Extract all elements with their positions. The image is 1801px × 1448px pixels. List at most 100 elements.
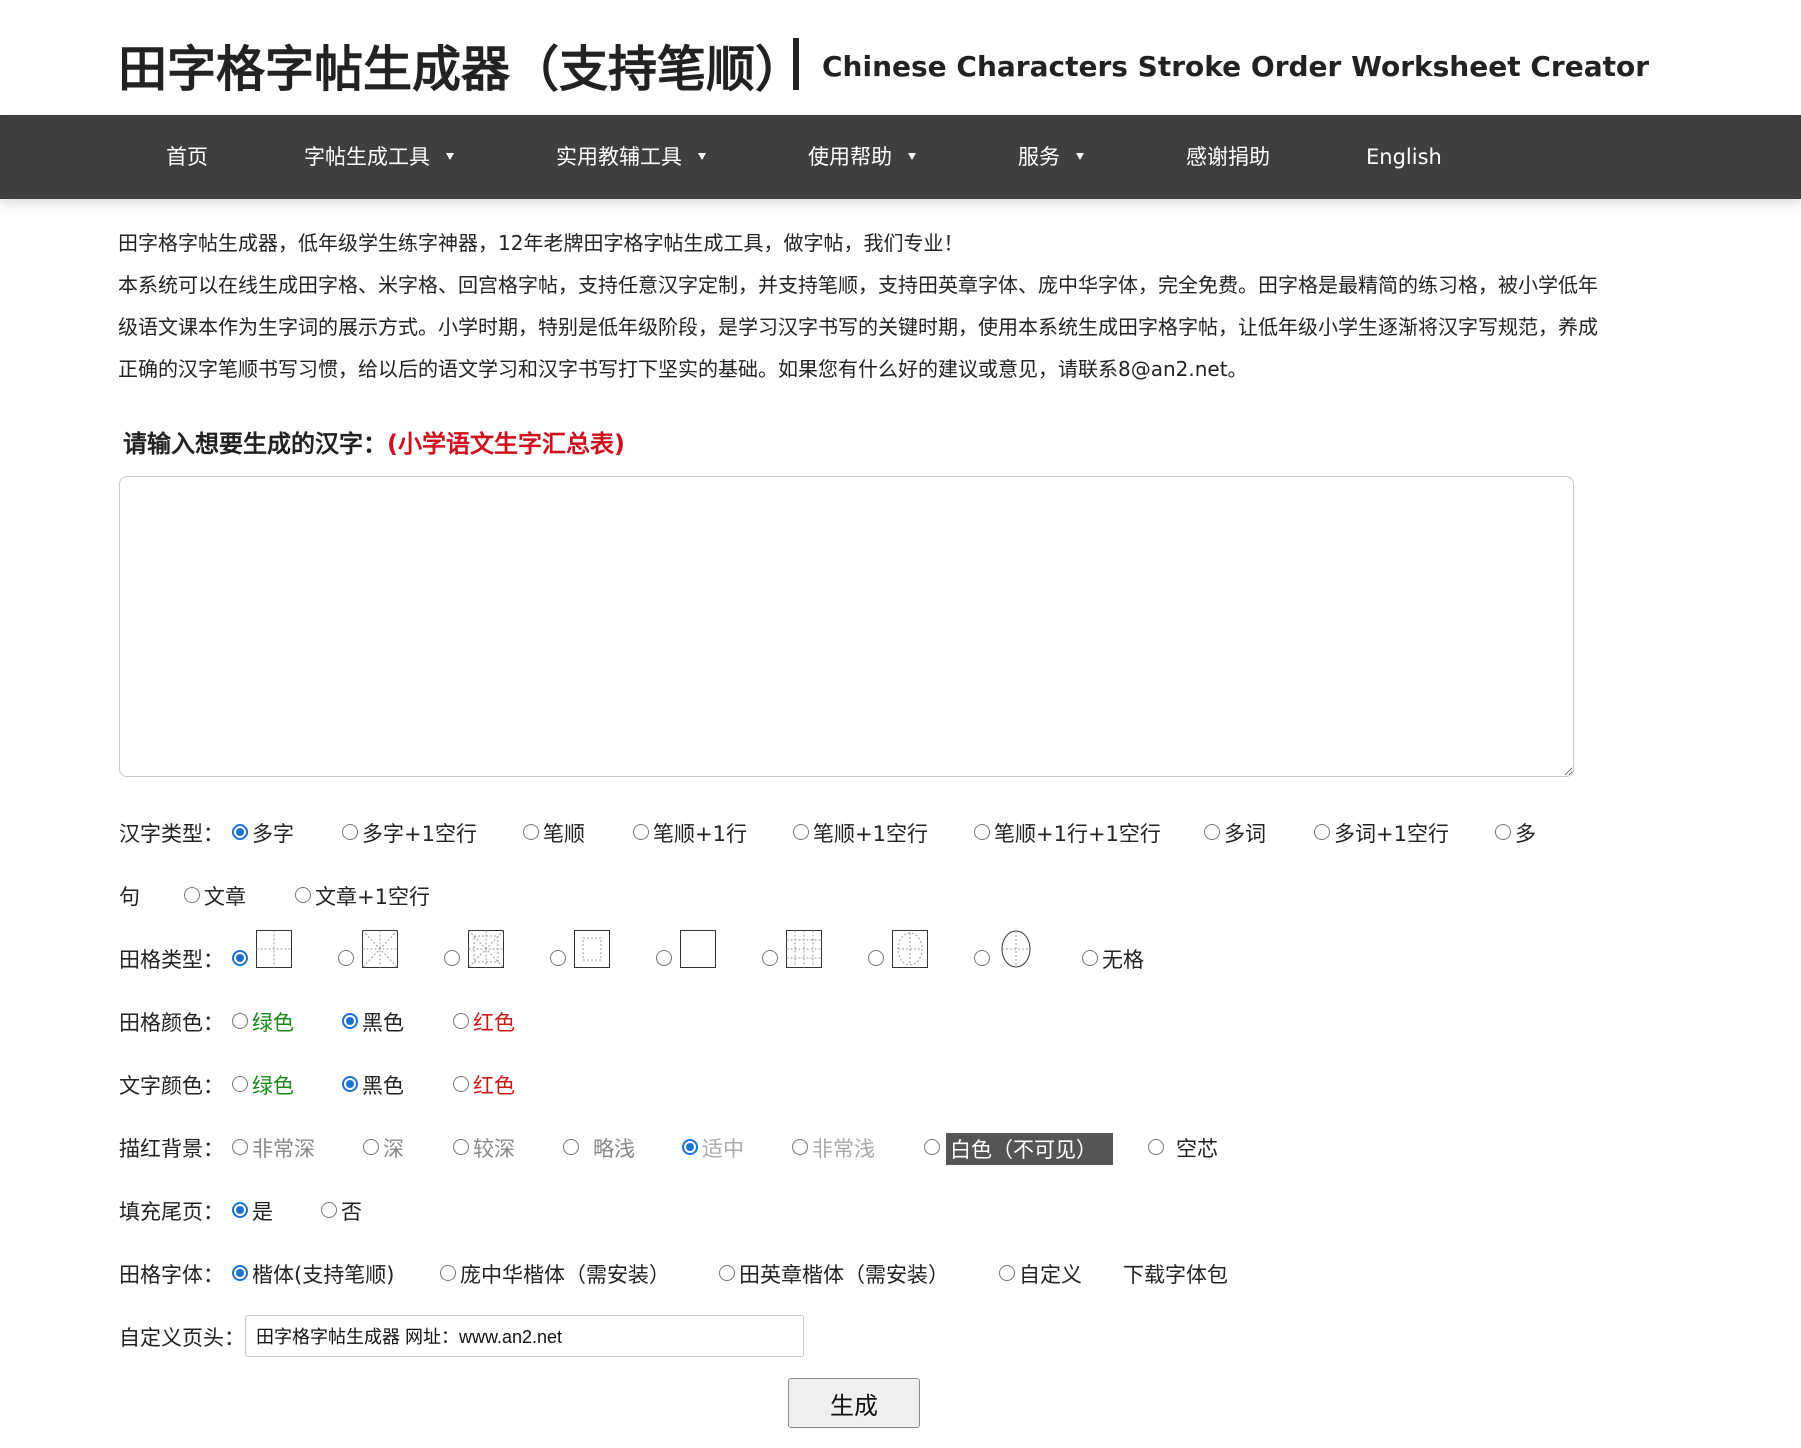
radio[interactable] — [338, 950, 354, 966]
nav-help[interactable]: 使用帮助 — [808, 115, 916, 199]
option-label: 无格 — [1102, 948, 1144, 972]
option-label: 多 — [1515, 822, 1536, 846]
input-prompt: 请输入想要生成的汉字：(小学语文生字汇总表) — [123, 424, 625, 459]
nav-teaching-tools[interactable]: 实用教辅工具 — [556, 115, 706, 199]
oval-box-grid-icon — [892, 930, 928, 968]
radio[interactable] — [1204, 824, 1220, 840]
chevron-down-icon — [446, 152, 454, 160]
radio[interactable] — [762, 950, 778, 966]
characters-input[interactable] — [119, 476, 1574, 777]
radio[interactable] — [1495, 824, 1511, 840]
option-label: 楷体(支持笔顺) — [252, 1263, 395, 1287]
option-label: 庞中华楷体（需安装） — [460, 1263, 670, 1287]
radio[interactable] — [444, 950, 460, 966]
radio-selected[interactable] — [342, 1076, 358, 1092]
radio-selected[interactable] — [232, 1202, 248, 1218]
radio[interactable] — [440, 1265, 456, 1281]
radio[interactable] — [868, 950, 884, 966]
option-label: 深 — [383, 1137, 404, 1161]
option-label: 多字+1空行 — [362, 822, 477, 846]
nav-home-label: 首页 — [166, 145, 208, 169]
nav-services[interactable]: 服务 — [1018, 115, 1084, 199]
radio[interactable] — [1314, 824, 1330, 840]
nine-grid-icon — [786, 930, 822, 968]
nav-teaching-tools-label: 实用教辅工具 — [556, 145, 682, 169]
radio[interactable] — [363, 1139, 379, 1155]
custom-header-input[interactable] — [245, 1315, 804, 1357]
nav-donate-label: 感谢捐助 — [1186, 145, 1270, 169]
option-label: 多词+1空行 — [1334, 822, 1449, 846]
chevron-down-icon — [698, 152, 706, 160]
option-label: 自定义 — [1019, 1263, 1082, 1287]
radio[interactable] — [342, 824, 358, 840]
option-label: 田英章楷体（需安装） — [739, 1263, 949, 1287]
option-label: 红色 — [473, 1011, 515, 1035]
option-label: 略浅 — [593, 1137, 635, 1161]
radio[interactable] — [974, 950, 990, 966]
download-font-link[interactable]: 下载字体包 — [1123, 1259, 1228, 1289]
radio[interactable] — [656, 950, 672, 966]
square-grid-icon — [680, 930, 716, 968]
radio[interactable] — [792, 1139, 808, 1155]
radio[interactable] — [232, 1013, 248, 1029]
radio[interactable] — [232, 1076, 248, 1092]
nav-english[interactable]: English — [1366, 115, 1442, 199]
nav-donate[interactable]: 感谢捐助 — [1186, 115, 1270, 199]
option-label: 非常浅 — [812, 1137, 875, 1161]
radio[interactable] — [974, 824, 990, 840]
radio[interactable] — [563, 1139, 579, 1155]
radio[interactable] — [453, 1013, 469, 1029]
radio[interactable] — [999, 1265, 1015, 1281]
radio[interactable] — [321, 1202, 337, 1218]
option-label: 绿色 — [252, 1011, 294, 1035]
nav-help-label: 使用帮助 — [808, 145, 892, 169]
radio[interactable] — [633, 824, 649, 840]
radio-selected[interactable] — [232, 1265, 248, 1281]
radio[interactable] — [232, 1139, 248, 1155]
option-label: 否 — [341, 1200, 362, 1224]
option-label: 适中 — [702, 1137, 744, 1161]
radio[interactable] — [295, 887, 311, 903]
radio[interactable] — [550, 950, 566, 966]
huigong-grid-icon — [574, 930, 610, 968]
radio[interactable] — [1148, 1139, 1164, 1155]
option-label: 绿色 — [252, 1074, 294, 1098]
option-label: 文章+1空行 — [315, 885, 430, 909]
radio-selected[interactable] — [232, 824, 248, 840]
chevron-down-icon — [1076, 152, 1084, 160]
radio[interactable] — [924, 1139, 940, 1155]
nav-worksheet-tools[interactable]: 字帖生成工具 — [304, 115, 454, 199]
nav-worksheet-tools-label: 字帖生成工具 — [304, 145, 430, 169]
nav-home[interactable]: 首页 — [166, 115, 208, 199]
option-label: 笔顺+1行+1空行 — [994, 822, 1161, 846]
radio[interactable] — [1082, 950, 1098, 966]
fill-last-label: 填充尾页： — [119, 1200, 224, 1224]
nav-english-label: English — [1366, 145, 1442, 169]
oval-grid-icon — [1001, 930, 1031, 968]
option-label: 较深 — [473, 1137, 515, 1161]
nav-services-label: 服务 — [1018, 145, 1060, 169]
radio[interactable] — [453, 1076, 469, 1092]
radio[interactable] — [453, 1139, 469, 1155]
mi-grid-icon — [362, 930, 398, 968]
radio[interactable] — [719, 1265, 735, 1281]
grid-color-label: 田格颜色： — [119, 1011, 224, 1035]
generate-button[interactable]: 生成 — [788, 1378, 920, 1428]
radio[interactable] — [184, 887, 200, 903]
radio-selected[interactable] — [342, 1013, 358, 1029]
radio-selected[interactable] — [232, 950, 248, 966]
option-label: 白色（不可见） — [946, 1133, 1113, 1165]
radio[interactable] — [523, 824, 539, 840]
tian-grid-icon — [256, 930, 292, 968]
vocabulary-list-link[interactable]: (小学语文生字汇总表) — [387, 430, 625, 458]
intro-line-1: 田字格字帖生成器，低年级学生练字神器，12年老牌田字格字帖生成工具，做字帖，我们… — [118, 231, 964, 255]
trace-bg-label: 描红背景： — [119, 1137, 224, 1161]
radio[interactable] — [793, 824, 809, 840]
site-header: 田字格字帖生成器（支持笔顺） Chinese Characters Stroke… — [0, 0, 1801, 115]
option-label: 笔顺 — [543, 822, 585, 846]
option-label: 笔顺+1行 — [653, 822, 747, 846]
option-label: 黑色 — [362, 1074, 404, 1098]
option-label: 文章 — [204, 885, 246, 909]
radio-selected[interactable] — [682, 1139, 698, 1155]
main-nav: 首页 字帖生成工具 实用教辅工具 使用帮助 服务 感谢捐助 English — [0, 115, 1801, 199]
